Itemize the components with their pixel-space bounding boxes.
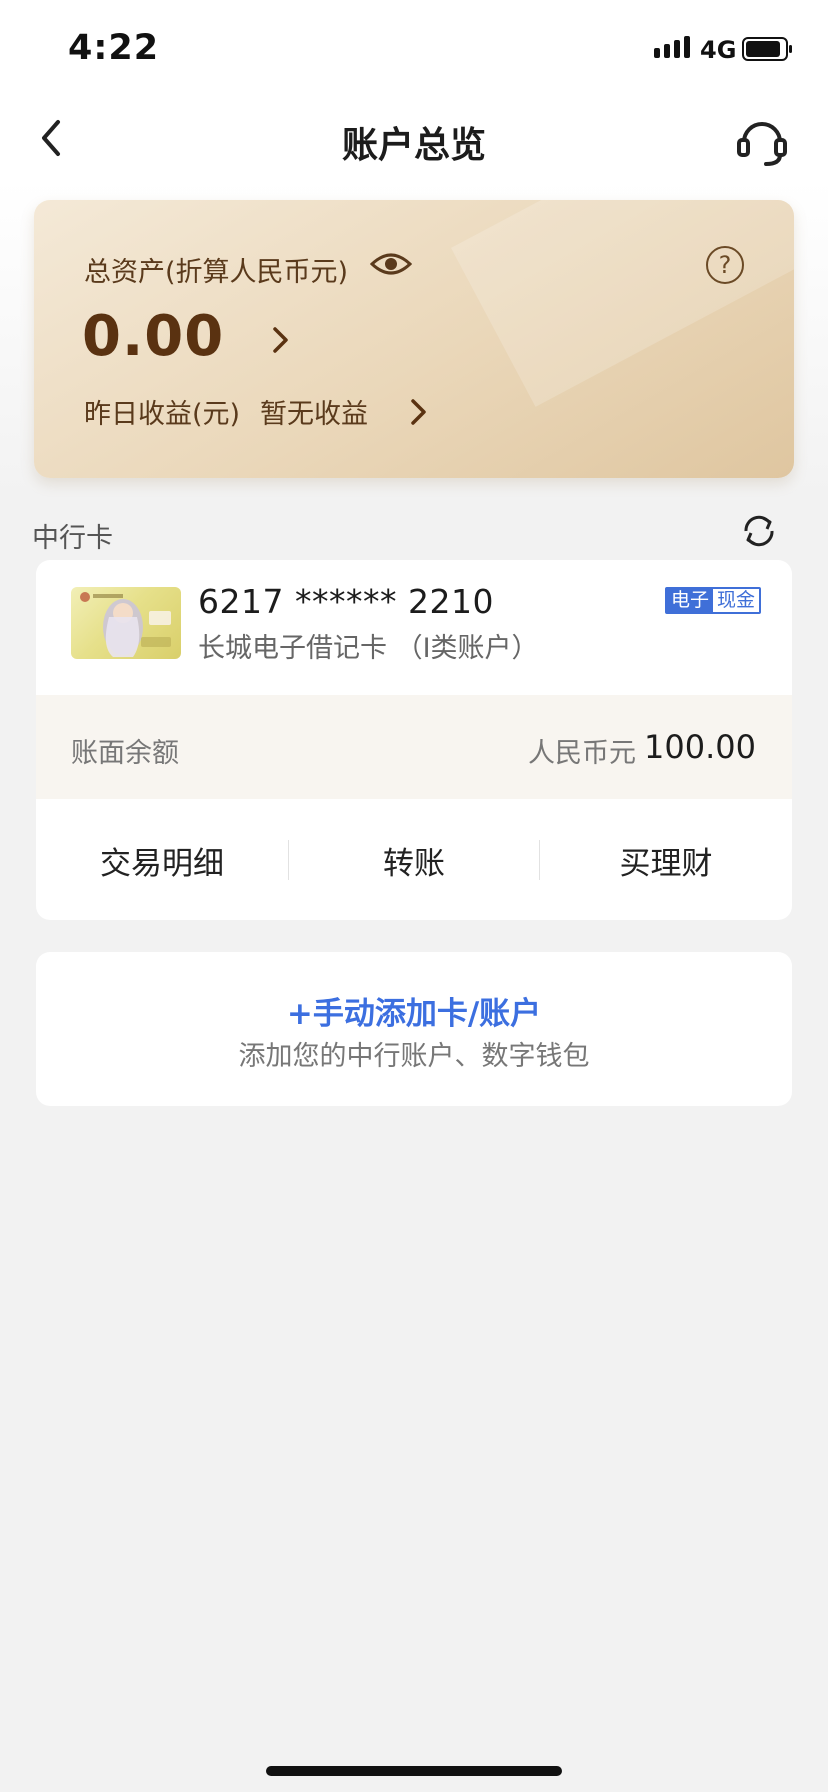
transfer-button[interactable]: 转账 <box>288 838 540 883</box>
signal-icon <box>654 36 690 58</box>
badge-electronic: 电子 <box>667 589 714 612</box>
add-account-subtitle: 添加您的中行账户、数字钱包 <box>238 1041 590 1072</box>
balance-row: 账面余额 人民币元 100.00 <box>36 695 792 799</box>
refresh-icon[interactable] <box>740 512 778 550</box>
yield-label: 昨日收益(元) <box>84 399 241 430</box>
balance-currency: 人民币元 <box>528 738 636 769</box>
bank-card-panel: 6217 ****** 2210 长城电子借记卡 （I类账户） 电子 现金 账面… <box>36 560 792 920</box>
card-badge: 电子 现金 <box>665 587 762 614</box>
status-time: 4:22 <box>68 28 160 68</box>
chevron-right-icon[interactable] <box>270 324 292 356</box>
section-title: 中行卡 <box>32 523 113 554</box>
badge-cash: 现金 <box>713 589 760 612</box>
transaction-details-button[interactable]: 交易明细 <box>36 838 288 883</box>
headset-icon[interactable] <box>734 112 790 168</box>
help-icon[interactable]: ? <box>706 246 744 284</box>
eye-icon[interactable] <box>370 250 412 278</box>
add-account-button[interactable]: +手动添加卡/账户 <box>36 988 792 1033</box>
total-assets-label: 总资产(折算人民币元) <box>84 257 349 288</box>
add-account-panel[interactable]: +手动添加卡/账户 添加您的中行账户、数字钱包 <box>36 952 792 1106</box>
card-type-name: 长城电子借记卡 （I类账户） <box>198 633 539 664</box>
network-type: 4G <box>700 36 737 64</box>
home-indicator[interactable] <box>266 1766 562 1776</box>
card-number: 6217 ****** 2210 <box>198 582 494 621</box>
balance-value: 100.00 <box>644 728 756 766</box>
page-title: 账户总览 <box>341 125 486 166</box>
chevron-right-icon[interactable] <box>408 396 430 428</box>
buy-wealth-button[interactable]: 买理财 <box>540 838 792 883</box>
balance-label: 账面余额 <box>71 738 179 769</box>
card-image <box>71 587 181 659</box>
battery-icon <box>742 37 792 61</box>
yield-value[interactable]: 暂无收益 <box>260 392 368 431</box>
total-assets-card: 总资产(折算人民币元) ? 0.00 昨日收益(元) 暂无收益 <box>34 200 794 478</box>
total-assets-value[interactable]: 0.00 <box>82 304 224 369</box>
